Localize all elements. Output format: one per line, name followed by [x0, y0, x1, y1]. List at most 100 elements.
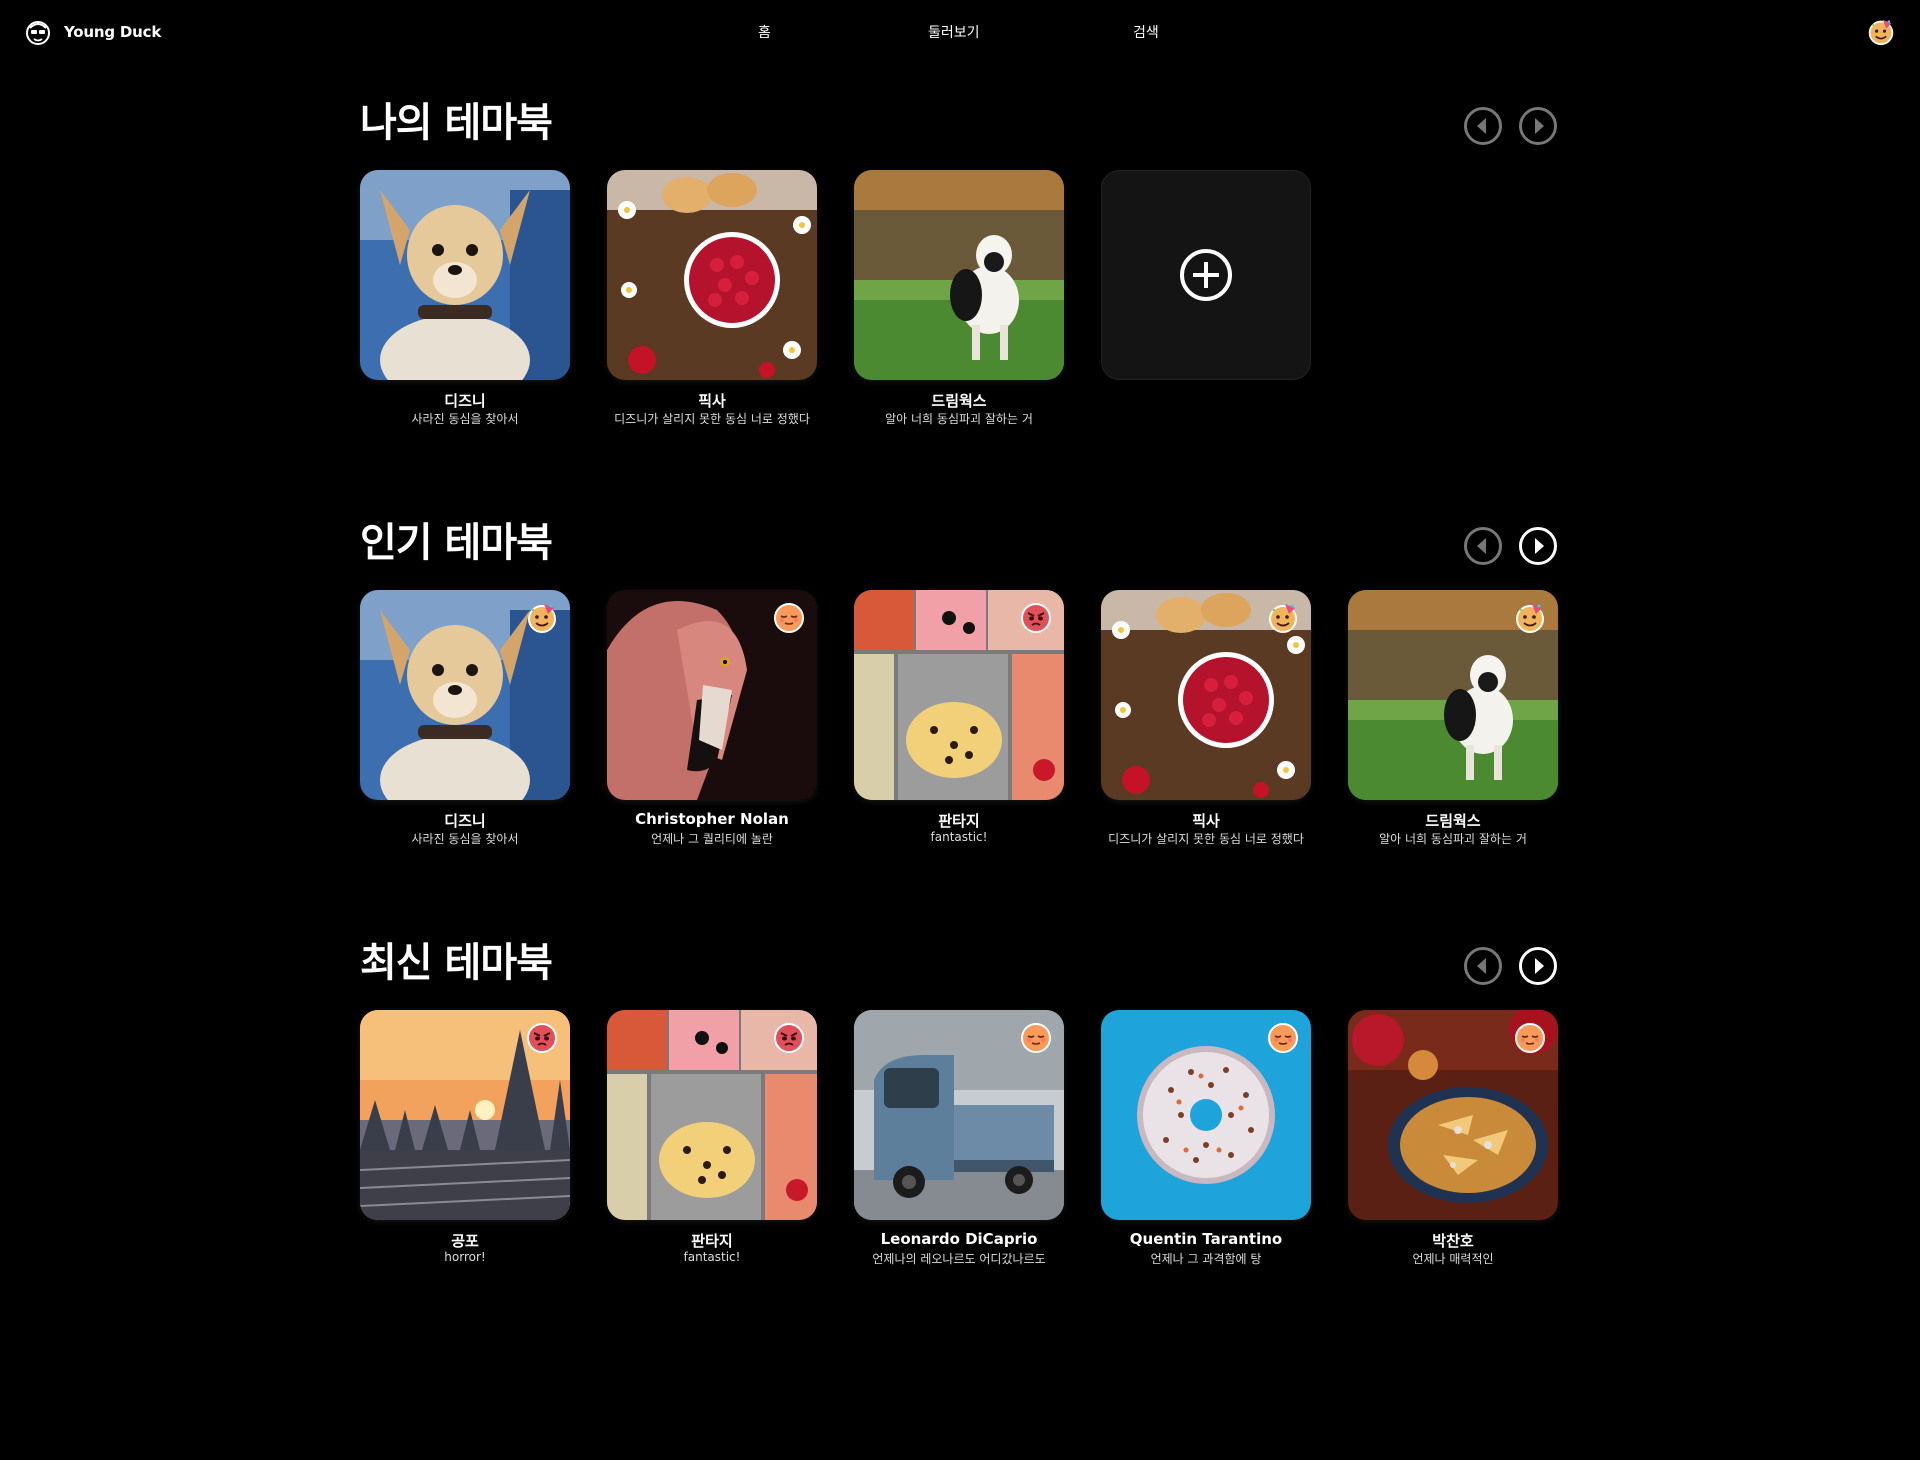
themebook-card[interactable]: 드림웍스 알아 너희 동심파괴 잘하는 거 — [1348, 590, 1558, 850]
card-title: 디즈니 — [444, 392, 486, 410]
user-avatar[interactable] — [1867, 18, 1895, 46]
author-avatar — [526, 1022, 558, 1054]
card-thumbnail — [360, 590, 570, 800]
themebook-card[interactable]: 픽사 디즈니가 살리지 못한 동심 너로 정했다 — [607, 170, 817, 430]
arrow-left-icon — [1463, 946, 1503, 986]
arrow-right-icon — [1518, 106, 1558, 146]
angry-face-icon — [526, 1022, 558, 1054]
card-title: 박찬호 — [1432, 1232, 1474, 1250]
party-face-icon — [1267, 602, 1299, 634]
author-avatar — [773, 1022, 805, 1054]
card-thumbnail — [607, 590, 817, 800]
themebook-card[interactable]: 공포 horror! — [360, 1010, 570, 1270]
nav-home[interactable]: 홈 — [758, 22, 771, 42]
sleepy-face-icon — [773, 602, 805, 634]
carousel-prev-button[interactable] — [1463, 106, 1503, 146]
themebook-card[interactable]: 판타지 fantastic! — [854, 590, 1064, 850]
carousel-prev-button[interactable] — [1463, 946, 1503, 986]
dog-photo — [360, 170, 570, 380]
arrow-left-icon — [1463, 106, 1503, 146]
arrow-right-icon — [1518, 526, 1558, 566]
card-subtitle: 알아 너희 동심파괴 잘하는 거 — [1379, 832, 1527, 846]
themebook-card[interactable]: 박찬호 언제나 매력적인 — [1348, 1010, 1558, 1270]
card-thumbnail — [1348, 1010, 1558, 1220]
card-row: 디즈니 사라진 동심을 찾아서 Christopher Nolan 언제나 그 … — [360, 590, 1560, 850]
latest-themebook-section: 최신 테마북 공포 horror! 판타지 fantastic! Leonard… — [360, 930, 1560, 1270]
card-title: 판타지 — [938, 812, 980, 830]
card-title: Leonardo DiCaprio — [880, 1230, 1038, 1248]
card-subtitle: 디즈니가 살리지 못한 동심 너로 정했다 — [614, 412, 810, 426]
themebook-card[interactable]: 픽사 디즈니가 살리지 못한 동심 너로 정했다 — [1101, 590, 1311, 850]
card-thumbnail — [1101, 1010, 1311, 1220]
card-subtitle: 알아 너희 동심파괴 잘하는 거 — [885, 412, 1033, 426]
my-themebook-section: 나의 테마북 디즈니 사라진 동심을 찾아서 픽사 디즈니가 살리지 못한 동심… — [360, 90, 1560, 430]
themebook-card[interactable]: 디즈니 사라진 동심을 찾아서 — [360, 590, 570, 850]
author-avatar — [773, 602, 805, 634]
card-subtitle: 언제나 그 과격함에 탕 — [1150, 1252, 1262, 1266]
card-subtitle: 사라진 동심을 찾아서 — [411, 412, 519, 426]
add-card-tile — [1101, 170, 1311, 380]
card-subtitle: 사라진 동심을 찾아서 — [411, 832, 519, 846]
card-subtitle: fantastic! — [683, 1250, 741, 1264]
themebook-card[interactable]: 드림웍스 알아 너희 동심파괴 잘하는 거 — [854, 170, 1064, 430]
plus-circle-icon — [1180, 249, 1232, 301]
nav-search[interactable]: 검색 — [1133, 22, 1159, 42]
card-subtitle: 언제나 그 퀄리티에 놀란 — [651, 832, 773, 846]
card-row: 디즈니 사라진 동심을 찾아서 픽사 디즈니가 살리지 못한 동심 너로 정했다… — [360, 170, 1560, 430]
arrow-left-icon — [1463, 526, 1503, 566]
card-title: 픽사 — [1192, 812, 1220, 830]
carousel-next-button[interactable] — [1518, 526, 1558, 566]
card-title: 드림웍스 — [931, 392, 987, 410]
card-title: 디즈니 — [444, 812, 486, 830]
card-title: 공포 — [451, 1232, 479, 1250]
brand-home-link[interactable]: Young Duck — [24, 18, 161, 46]
lamb-photo — [854, 170, 1064, 380]
sleepy-face-icon — [1514, 1022, 1546, 1054]
themebook-card[interactable]: Quentin Tarantino 언제나 그 과격함에 탕 — [1101, 1010, 1311, 1270]
themebook-card[interactable]: 디즈니 사라진 동심을 찾아서 — [360, 170, 570, 430]
card-title: Christopher Nolan — [635, 810, 789, 828]
author-avatar — [1514, 1022, 1546, 1054]
nav-explore[interactable]: 둘러보기 — [928, 22, 980, 42]
author-avatar — [1020, 602, 1052, 634]
carousel-prev-button[interactable] — [1463, 526, 1503, 566]
angry-face-icon — [1020, 602, 1052, 634]
card-subtitle: 언제나 매력적인 — [1412, 1252, 1494, 1266]
sleepy-face-icon — [1267, 1022, 1299, 1054]
duck-logo-icon — [26, 21, 50, 45]
card-thumbnail — [607, 1010, 817, 1220]
party-face-icon — [1514, 602, 1546, 634]
add-themebook-button[interactable] — [1101, 170, 1311, 430]
themebook-card[interactable]: Christopher Nolan 언제나 그 퀄리티에 놀란 — [607, 590, 817, 850]
carousel-next-button[interactable] — [1518, 106, 1558, 146]
brand-name: Young Duck — [64, 23, 162, 41]
sleepy-face-icon — [1020, 1022, 1052, 1054]
angry-face-icon — [773, 1022, 805, 1054]
party-face-icon — [1867, 18, 1895, 46]
card-title: 드림웍스 — [1425, 812, 1481, 830]
card-thumbnail — [607, 170, 817, 380]
party-face-icon — [526, 602, 558, 634]
themebook-card[interactable]: 판타지 fantastic! — [607, 1010, 817, 1270]
card-thumbnail — [854, 170, 1064, 380]
card-thumbnail — [854, 1010, 1064, 1220]
section-title: 인기 테마북 — [360, 520, 553, 566]
card-thumbnail — [360, 170, 570, 380]
card-title: 픽사 — [698, 392, 726, 410]
author-avatar — [1020, 1022, 1052, 1054]
top-nav-bar: Young Duck 홈 둘러보기 검색 — [0, 0, 1920, 64]
author-avatar — [1267, 602, 1299, 634]
card-thumbnail — [854, 590, 1064, 800]
card-subtitle: 디즈니가 살리지 못한 동심 너로 정했다 — [1108, 832, 1304, 846]
berries-photo — [607, 170, 817, 380]
author-avatar — [1267, 1022, 1299, 1054]
card-subtitle: 언제나의 레오나르도 어디갔나르도 — [872, 1252, 1046, 1266]
card-title: 판타지 — [691, 1232, 733, 1250]
section-title: 나의 테마북 — [360, 100, 553, 146]
card-thumbnail — [1348, 590, 1558, 800]
themebook-card[interactable]: Leonardo DiCaprio 언제나의 레오나르도 어디갔나르도 — [854, 1010, 1064, 1270]
carousel-next-button[interactable] — [1518, 946, 1558, 986]
card-subtitle: horror! — [444, 1250, 486, 1264]
author-avatar — [1514, 602, 1546, 634]
card-thumbnail — [360, 1010, 570, 1220]
